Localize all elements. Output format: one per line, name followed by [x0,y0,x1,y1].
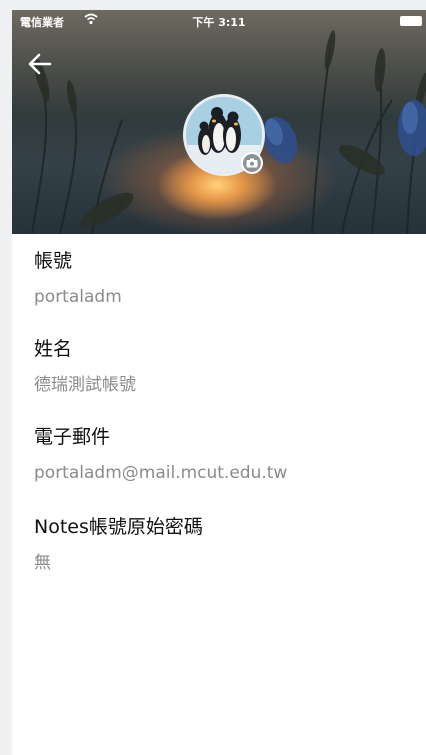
profile-screen: 電信業者 下午 3:11 帳號 portaladm 姓名 德瑞測試帳號 電子郵件… [12,10,426,755]
change-photo-button[interactable] [241,152,263,174]
name-field: 姓名 德瑞測試帳號 [34,336,136,397]
battery-icon [400,16,422,26]
email-field: 電子郵件 portaladm@mail.mcut.edu.tw [34,424,287,485]
camera-icon [246,158,258,168]
status-time: 下午 3:11 [192,16,246,29]
account-value: portaladm [34,287,122,307]
arrow-left-icon [28,53,52,75]
notes-password-field: Notes帳號原始密碼 無 [34,514,203,575]
profile-header: 電信業者 下午 3:11 [12,10,426,234]
name-label: 姓名 [34,338,73,360]
status-bar: 電信業者 下午 3:11 [12,10,426,34]
email-label: 電子郵件 [34,426,111,448]
account-label: 帳號 [34,250,73,272]
notes-password-value: 無 [34,553,51,573]
name-value: 德瑞測試帳號 [34,375,136,395]
email-value: portaladm@mail.mcut.edu.tw [34,463,288,483]
back-button[interactable] [26,52,58,80]
notes-password-label: Notes帳號原始密碼 [34,516,203,538]
account-field: 帳號 portaladm [34,248,122,309]
